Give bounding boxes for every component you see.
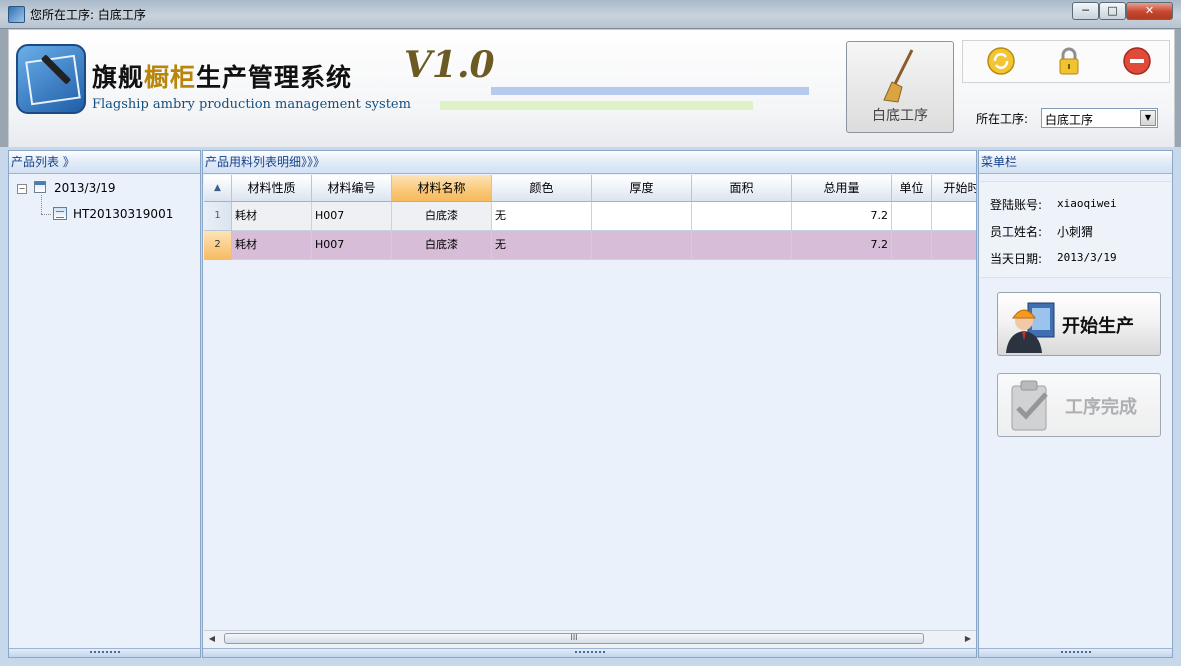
employee-name-label: 员工姓名: — [990, 225, 1043, 239]
row-header[interactable]: 1 — [204, 202, 232, 231]
start-production-label: 开始生产 — [1062, 316, 1134, 337]
current-step-label: 所在工序: — [976, 112, 1029, 126]
tree-collapse-icon[interactable]: − — [17, 184, 27, 194]
horizontal-scrollbar[interactable]: ◀ III ▶ — [204, 630, 976, 647]
system-title: 旗舰橱柜生产管理系统 — [92, 63, 353, 92]
product-list-panel: 产品列表 》 − 2013/3/19 HT20130319001 — [8, 150, 201, 658]
start-production-button[interactable]: 开始生产 — [997, 292, 1161, 356]
document-icon — [53, 207, 67, 220]
column-header[interactable]: 开始时 — [932, 175, 976, 202]
material-detail-header[interactable]: 产品用料列表明细》》》 — [203, 151, 976, 174]
resize-grip[interactable] — [89, 651, 120, 655]
table-cell[interactable]: 耗材 — [232, 202, 312, 231]
date-label: 当天日期: — [990, 252, 1043, 266]
worker-icon — [1006, 302, 1055, 353]
product-list-header[interactable]: 产品列表 》 — [9, 151, 200, 174]
column-header[interactable]: 材料性质 — [232, 175, 312, 202]
calendar-icon — [34, 181, 46, 193]
maximize-button[interactable]: □ — [1099, 2, 1126, 20]
tree-node-date[interactable]: 2013/3/19 — [54, 181, 116, 195]
material-grid: ▲ 材料性质 材料编号 材料名称 颜色 厚度 面积 总用量 单位 开始时 1 耗… — [204, 175, 976, 261]
date-value: 2013/3/19 — [1057, 251, 1117, 264]
account-label: 登陆账号: — [990, 198, 1043, 212]
table-cell[interactable]: 无 — [492, 202, 592, 231]
exit-icon[interactable] — [1122, 46, 1152, 76]
scroll-right-icon[interactable]: ▶ — [960, 631, 976, 647]
table-cell[interactable] — [932, 231, 976, 260]
panel-footer[interactable] — [203, 648, 976, 657]
menu-panel-header: 菜单栏 — [979, 151, 1172, 174]
step-complete-label: 工序完成 — [1065, 397, 1137, 418]
table-cell[interactable]: 7.2 — [792, 202, 892, 231]
system-subtitle: Flagship ambry production management sys… — [92, 97, 411, 112]
table-cell[interactable] — [592, 202, 692, 231]
column-header-selected[interactable]: 材料名称 — [392, 175, 492, 202]
table-cell[interactable] — [692, 202, 792, 231]
chevron-down-icon[interactable]: ▼ — [1140, 110, 1156, 126]
material-detail-panel: 产品用料列表明细》》》 ▲ 材料性质 材料编号 材料名称 颜色 厚度 面积 总用… — [202, 150, 977, 658]
column-header[interactable]: 颜色 — [492, 175, 592, 202]
grid-corner-icon[interactable]: ▲ — [204, 175, 232, 202]
column-header[interactable]: 厚度 — [592, 175, 692, 202]
title-bar — [0, 0, 1181, 29]
lock-icon[interactable] — [1054, 46, 1084, 76]
table-cell[interactable] — [692, 231, 792, 260]
table-cell[interactable] — [932, 202, 976, 231]
minimize-button[interactable]: ─ — [1072, 2, 1099, 20]
user-info-box: 登陆账号: xiaoqiwei 员工姓名: 小刺猬 当天日期: 2013/3/1… — [980, 181, 1171, 278]
table-cell[interactable]: 耗材 — [232, 231, 312, 260]
table-cell[interactable] — [892, 202, 932, 231]
table-cell[interactable]: 无 — [492, 231, 592, 260]
tree-node-order[interactable]: HT20130319001 — [73, 207, 173, 221]
decor-stripe-green — [440, 101, 753, 110]
tree-connector — [41, 195, 42, 214]
table-cell[interactable]: H007 — [312, 202, 392, 231]
refresh-icon[interactable] — [986, 46, 1016, 76]
column-header[interactable]: 单位 — [892, 175, 932, 202]
current-step-select[interactable]: 白底工序 ▼ — [1041, 108, 1158, 128]
close-window-button[interactable]: ✕ — [1126, 2, 1173, 20]
table-cell[interactable] — [892, 231, 932, 260]
panel-footer[interactable] — [979, 648, 1172, 657]
current-step-button-label: 白底工序 — [872, 108, 928, 124]
column-header[interactable]: 面积 — [692, 175, 792, 202]
clipboard-check-icon — [1011, 380, 1048, 431]
table-cell[interactable]: H007 — [312, 231, 392, 260]
table-cell[interactable]: 7.2 — [792, 231, 892, 260]
table-cell[interactable]: 白底漆 — [392, 231, 492, 260]
scrollbar-thumb[interactable]: III — [224, 633, 924, 644]
column-header[interactable]: 材料编号 — [312, 175, 392, 202]
account-value: xiaoqiwei — [1057, 197, 1117, 210]
current-step-select-value: 白底工序 — [1045, 113, 1094, 127]
table-cell[interactable] — [592, 231, 692, 260]
menu-panel: 菜单栏 登陆账号: xiaoqiwei 员工姓名: 小刺猬 当天日期: 2013… — [978, 150, 1173, 658]
panel-footer[interactable] — [9, 648, 200, 657]
scroll-left-icon[interactable]: ◀ — [204, 631, 220, 647]
resize-grip[interactable] — [574, 651, 605, 655]
window-title: 您所在工序: 白底工序 — [30, 8, 146, 22]
app-logo-icon — [16, 44, 86, 114]
tree-connector — [41, 214, 51, 215]
resize-grip[interactable] — [1060, 651, 1091, 655]
employee-name-value: 小刺猬 — [1057, 225, 1094, 239]
system-version: V1.0 — [404, 44, 495, 86]
decor-stripe-blue — [491, 87, 809, 95]
step-complete-button[interactable]: 工序完成 — [997, 373, 1161, 437]
column-header[interactable]: 总用量 — [792, 175, 892, 202]
app-icon — [8, 6, 25, 23]
row-header-selected[interactable]: 2 — [204, 231, 232, 260]
table-cell[interactable]: 白底漆 — [392, 202, 492, 231]
broom-icon — [883, 49, 914, 103]
